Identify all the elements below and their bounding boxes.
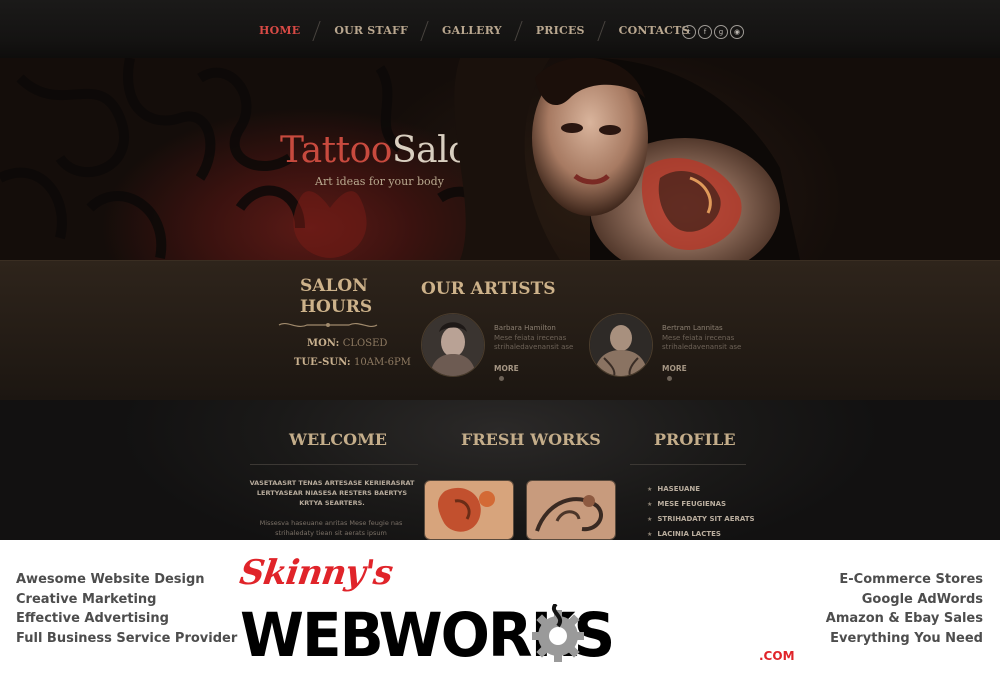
our-artists-title: OUR ARTISTS bbox=[421, 279, 556, 299]
artist-avatar[interactable] bbox=[589, 313, 653, 377]
welcome-intro: VASETAASRT TENAS ARTESASE KERIERASRAT LE… bbox=[249, 479, 415, 507]
nav-separator bbox=[512, 21, 526, 39]
hours-day: TUE-SUN: bbox=[294, 357, 351, 368]
google-plus-icon[interactable]: g bbox=[714, 25, 728, 39]
artist-name: Barbara Hamilton bbox=[494, 324, 556, 332]
salon-hours-title-line1: SALON bbox=[300, 276, 368, 296]
profile-list: HASEUANE MESE FEUGIENAS STRIHADATY SIT A… bbox=[647, 482, 755, 542]
facebook-icon[interactable]: f bbox=[698, 25, 712, 39]
hero-title-tattoo: Tattoo bbox=[280, 130, 392, 171]
hours-day: MON: bbox=[307, 338, 340, 349]
artist-description: Mese feiata irecenas strihaledavenansit … bbox=[494, 334, 574, 351]
nav-prices[interactable]: PRICES bbox=[532, 24, 589, 37]
nav-separator bbox=[595, 21, 609, 39]
service-line: Effective Advertising bbox=[16, 611, 169, 626]
welcome-body: Missesva haseuane anritas Mese feugie na… bbox=[259, 519, 403, 537]
welcome-title: WELCOME bbox=[289, 430, 387, 449]
service-line: Full Business Service Provider bbox=[16, 630, 238, 646]
main-menu: HOME OUR STAFF GALLERY PRICES CONTACTS bbox=[255, 20, 694, 40]
nav-gallery[interactable]: GALLERY bbox=[438, 24, 506, 37]
service-line: Amazon & Ebay Sales bbox=[825, 611, 983, 626]
profile-list-item[interactable]: MESE FEUGIENAS bbox=[647, 497, 755, 512]
service-line: Awesome Website Design bbox=[16, 572, 205, 587]
twitter-icon[interactable]: t bbox=[682, 25, 696, 39]
salon-hours-title-line2: HOURS bbox=[300, 297, 373, 317]
hero-banner: TattooSalon Art ideas for your body bbox=[0, 58, 1000, 260]
tattooed-woman-photo bbox=[454, 58, 800, 260]
rss-icon[interactable]: ◉ bbox=[730, 25, 744, 39]
page: HOME OUR STAFF GALLERY PRICES CONTACTS t… bbox=[0, 0, 1000, 683]
services-right: E-Commerce Stores Google AdWords Amazon … bbox=[826, 570, 983, 648]
salon-hours-title: SALON HOURS bbox=[300, 276, 373, 318]
artist-description: Mese feiata irecenas strihaledavenansit … bbox=[662, 334, 742, 351]
top-navigation-bar: HOME OUR STAFF GALLERY PRICES CONTACTS t… bbox=[0, 0, 1000, 59]
logo-script-text: Skinny's bbox=[237, 553, 395, 593]
artist-more-link[interactable]: MORE bbox=[662, 364, 687, 382]
artist-avatar[interactable] bbox=[421, 313, 485, 377]
hours-row-mon: MON: CLOSED bbox=[307, 338, 387, 349]
artist-more-link[interactable]: MORE bbox=[494, 364, 519, 382]
ornament-divider bbox=[278, 322, 378, 328]
service-line: E-Commerce Stores bbox=[839, 572, 983, 587]
profile-title: PROFILE bbox=[654, 430, 736, 449]
hours-value: 10AM-6PM bbox=[354, 357, 411, 368]
fresh-work-thumbnail[interactable] bbox=[424, 480, 514, 540]
social-links: t f g ◉ bbox=[682, 25, 744, 39]
gear-icon bbox=[532, 604, 584, 662]
nav-our-staff[interactable]: OUR STAFF bbox=[330, 24, 412, 37]
nav-separator bbox=[310, 21, 324, 39]
webworks-banner: Awesome Website Design Creative Marketin… bbox=[0, 540, 1000, 683]
nav-separator bbox=[418, 21, 432, 39]
profile-list-item[interactable]: STRIHADATY SIT AERATS bbox=[647, 512, 754, 527]
hero-subtitle: Art ideas for your body bbox=[315, 175, 444, 188]
divider bbox=[250, 464, 418, 465]
service-line: Google AdWords bbox=[861, 591, 983, 607]
nav-home[interactable]: HOME bbox=[255, 24, 304, 37]
services-left: Awesome Website Design Creative Marketin… bbox=[16, 570, 237, 648]
service-line: Everything You Need bbox=[830, 630, 983, 646]
profile-list-item[interactable]: HASEUANE bbox=[647, 482, 755, 497]
divider bbox=[630, 464, 746, 465]
logo-domain: .COM bbox=[759, 649, 795, 663]
artist-name: Bertram Lannitas bbox=[662, 324, 723, 332]
hours-row-tue-sun: TUE-SUN: 10AM-6PM bbox=[294, 357, 411, 368]
fresh-work-thumbnail[interactable] bbox=[526, 480, 616, 540]
fresh-works-title: FRESH WORKS bbox=[461, 430, 601, 449]
hours-value: CLOSED bbox=[342, 338, 388, 349]
service-line: Creative Marketing bbox=[16, 591, 157, 607]
